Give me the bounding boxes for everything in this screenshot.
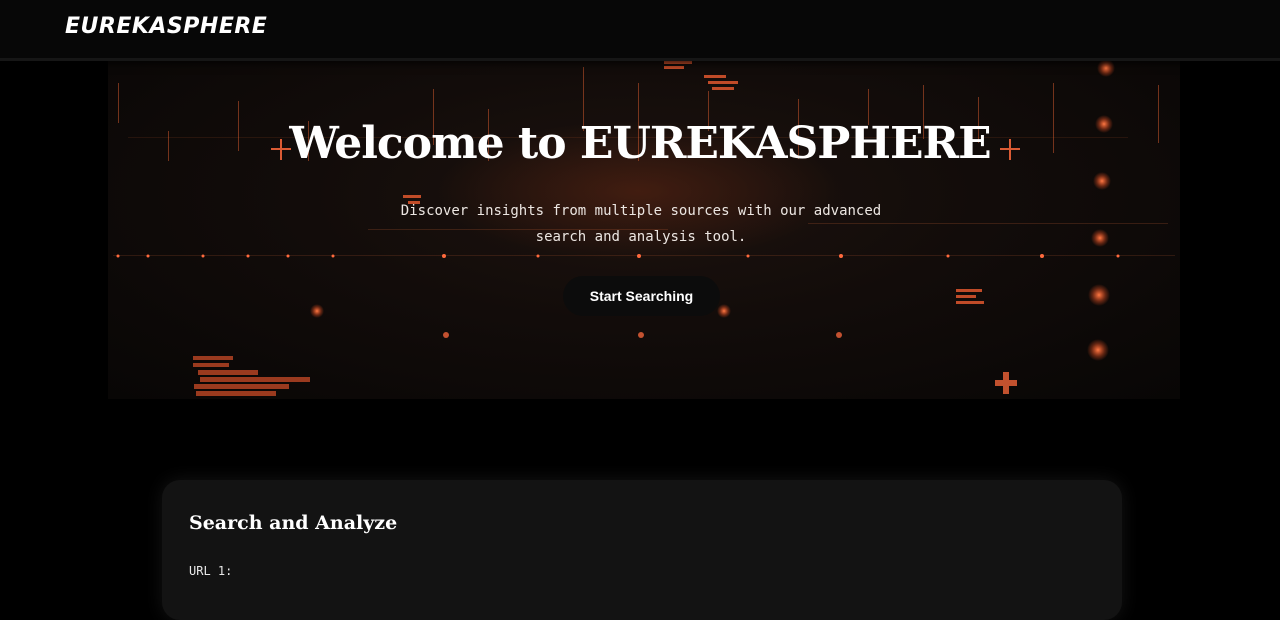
url1-label: URL 1:: [189, 564, 233, 578]
hero-subtitle: Discover insights from multiple sources …: [400, 203, 882, 245]
search-analyze-card: Search and Analyze URL 1:: [162, 480, 1122, 620]
search-section-title: Search and Analyze: [189, 512, 398, 534]
start-searching-button[interactable]: Start Searching: [563, 276, 720, 316]
brand-logo[interactable]: EUREKASPHERE: [65, 14, 267, 39]
top-navbar: EUREKASPHERE: [0, 0, 1280, 61]
hero-title: Welcome to EUREKASPHERE: [289, 118, 991, 169]
